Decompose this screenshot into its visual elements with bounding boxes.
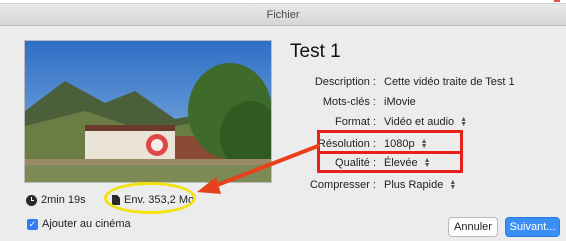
annotation-arrow: [197, 144, 320, 194]
share-file-dialog: Fichier 2min 19s Env. 353,2 Mo ✓ Ajouter…: [0, 3, 566, 241]
next-button[interactable]: Suivant...: [505, 217, 560, 237]
window-edge-accent: [554, 0, 560, 2]
cancel-button[interactable]: Annuler: [448, 217, 498, 237]
